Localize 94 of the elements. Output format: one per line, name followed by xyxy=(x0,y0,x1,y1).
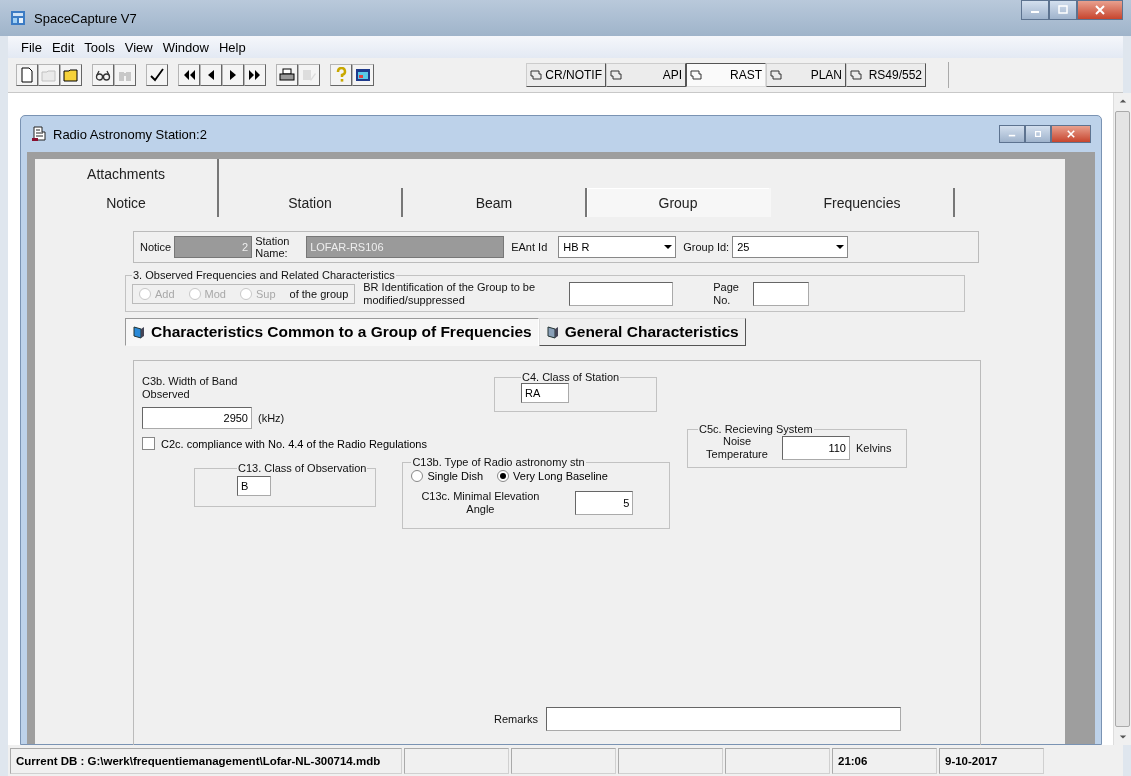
radio-label[interactable]: Very Long Baseline xyxy=(513,470,608,482)
option-suffix: of the group xyxy=(289,288,349,300)
maximize-button[interactable] xyxy=(1049,0,1077,20)
dropdown-arrow-icon xyxy=(835,242,846,252)
book-icon xyxy=(545,325,560,339)
maximize-icon xyxy=(1057,5,1069,15)
open-folder-icon xyxy=(41,67,57,83)
scroll-down-icon xyxy=(1118,733,1127,741)
window-icon xyxy=(530,69,542,81)
window-icon xyxy=(610,69,622,81)
group-box-title: 3. Observed Frequencies and Related Characteristics xyxy=(132,269,396,281)
child-window-title: Radio Astronomy Station:2 xyxy=(53,126,207,142)
new-button[interactable] xyxy=(16,64,38,86)
previous-button[interactable] xyxy=(200,64,222,86)
section-tab[interactable]: Characteristics Common to a Group of Frequencies xyxy=(125,318,539,346)
window-icon xyxy=(355,67,371,83)
close-icon xyxy=(1094,5,1106,15)
scroll-up-icon xyxy=(1118,97,1127,105)
radio-button[interactable] xyxy=(497,470,510,482)
field-label: Group Id: xyxy=(683,241,730,253)
scrollbar[interactable] xyxy=(1113,93,1131,745)
close-button[interactable] xyxy=(1051,125,1091,143)
window-title: SpaceCapture V7 xyxy=(34,10,137,26)
close-button[interactable] xyxy=(1077,0,1123,20)
minimize-button[interactable] xyxy=(1021,0,1049,20)
folder-button[interactable] xyxy=(60,64,82,86)
menu-item[interactable]: Edit xyxy=(46,39,80,55)
next-button[interactable] xyxy=(222,64,244,86)
field-label: Notice xyxy=(140,241,172,253)
document-icon xyxy=(31,126,47,142)
module-tab[interactable]: API xyxy=(606,63,686,87)
remarks-field[interactable] xyxy=(546,707,901,731)
menu-item[interactable]: File xyxy=(16,39,47,55)
window-button[interactable] xyxy=(352,64,374,86)
field-label: Station Name: xyxy=(255,235,291,259)
group-box-title: C4. Class of Station xyxy=(521,371,621,383)
module-tab[interactable]: CR/NOTIF xyxy=(526,63,606,87)
menu-item[interactable]: Tools xyxy=(79,39,120,55)
field-label: Remarks xyxy=(494,713,538,725)
first-button[interactable] xyxy=(178,64,200,86)
menu-item[interactable]: Window xyxy=(157,39,214,55)
maximize-icon xyxy=(1033,130,1043,138)
unit-label: Kelvins xyxy=(856,442,892,454)
double-right-icon xyxy=(247,67,263,83)
field-label: C13c. Minimal Elevation Angle xyxy=(420,490,541,516)
field-label: BR Identification of the Group to be modified/suppressed xyxy=(363,281,537,307)
view-button[interactable] xyxy=(92,64,114,86)
window-icon xyxy=(770,69,782,81)
check-icon xyxy=(149,67,165,83)
menu-item[interactable]: View xyxy=(119,39,158,55)
last-button[interactable] xyxy=(244,64,266,86)
help-button[interactable] xyxy=(330,64,352,86)
section-tab[interactable]: General Characteristics xyxy=(538,318,746,346)
elevation-angle-field[interactable]: 5 xyxy=(575,491,634,515)
group-box-title: C13. Class of Observation xyxy=(237,462,368,474)
class-of-station-field[interactable]: RA xyxy=(521,383,569,403)
minimize-button[interactable] xyxy=(999,125,1025,143)
page-number-field[interactable] xyxy=(753,282,810,306)
maximize-button[interactable] xyxy=(1025,125,1051,143)
print-button[interactable] xyxy=(276,64,298,86)
radio-button[interactable] xyxy=(411,470,424,482)
window-icon xyxy=(850,69,862,81)
status-time: 21:06 xyxy=(832,747,937,774)
bandwidth-field[interactable]: 2950 xyxy=(142,407,252,429)
group-box-title: C13b. Type of Radio astronomy stn xyxy=(411,456,586,468)
field-label: Page No. xyxy=(713,281,740,307)
noise-temperature-field[interactable]: 110 xyxy=(782,436,850,460)
module-tab[interactable]: PLAN xyxy=(766,63,846,87)
folder-icon xyxy=(63,67,79,83)
eant-id-dropdown[interactable]: HB R xyxy=(558,236,677,258)
compliance-checkbox[interactable]: C2c. compliance with No. 4.4 of the Radio Regulations xyxy=(142,437,687,450)
group-id-dropdown[interactable]: 25 xyxy=(732,236,849,258)
status-date: 9-10-2017 xyxy=(939,747,1044,774)
app-icon xyxy=(10,10,26,26)
dropdown-arrow-icon xyxy=(663,242,674,252)
window-icon xyxy=(690,69,702,81)
status-text: Current DB : G:\werk\frequentiemanagement\Lofar-NL-300714.mdb xyxy=(10,747,402,774)
br-identification-field[interactable] xyxy=(569,282,674,306)
validate-button[interactable] xyxy=(146,64,168,86)
group-box-title: C5c. Recieving System xyxy=(698,423,814,435)
field-label: Noise Temperature xyxy=(705,435,769,461)
menu-item[interactable]: Help xyxy=(213,39,251,55)
close-icon xyxy=(1066,130,1076,138)
module-tab[interactable]: RS49/552 xyxy=(846,63,926,87)
printer-icon xyxy=(279,67,295,83)
document-icon xyxy=(19,67,35,83)
class-of-observation-field[interactable]: B xyxy=(237,476,271,496)
radio-label[interactable]: Single Dish xyxy=(427,470,484,482)
field-label: C3b. Width of Band Observed xyxy=(142,375,239,401)
field-label: EAnt Id xyxy=(511,241,548,253)
book-icon xyxy=(132,325,146,339)
module-tab[interactable]: RAST xyxy=(686,63,766,87)
unit-label: (kHz) xyxy=(258,412,285,424)
tab[interactable]: Group xyxy=(587,188,771,217)
